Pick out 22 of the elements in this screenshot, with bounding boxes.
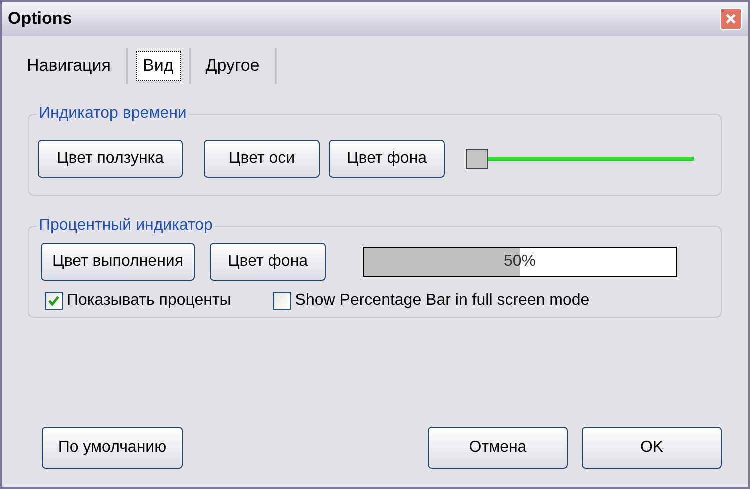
- checkbox[interactable]: [273, 292, 292, 310]
- color-button[interactable]: Цвет оси: [204, 140, 320, 178]
- tab[interactable]: Вид: [136, 51, 181, 81]
- ok-button[interactable]: OK: [582, 427, 722, 469]
- checkbox-label: Show Percentage Bar in full screen mode: [295, 291, 590, 311]
- checkmark-icon: [48, 295, 60, 307]
- color-button[interactable]: Цвет фона: [329, 140, 445, 178]
- slider-thumb[interactable]: [466, 149, 488, 169]
- color-button[interactable]: Цвет фона: [210, 243, 326, 281]
- close-button[interactable]: [720, 8, 742, 30]
- color-button[interactable]: Цвет выполнения: [41, 243, 195, 281]
- default-button[interactable]: По умолчанию: [42, 427, 183, 469]
- checkbox[interactable]: [45, 292, 63, 310]
- window-title: Options: [8, 8, 72, 30]
- slider[interactable]: [466, 149, 694, 169]
- progress-reading: 50%: [502, 252, 538, 272]
- close-icon: [725, 13, 737, 25]
- tab[interactable]: Другое: [198, 51, 267, 81]
- color-button[interactable]: Цвет ползунка: [38, 140, 183, 178]
- tab[interactable]: Навигация: [20, 51, 118, 81]
- cancel-button[interactable]: Отмена: [428, 427, 568, 469]
- checkbox-label: Показывать проценты: [67, 291, 232, 311]
